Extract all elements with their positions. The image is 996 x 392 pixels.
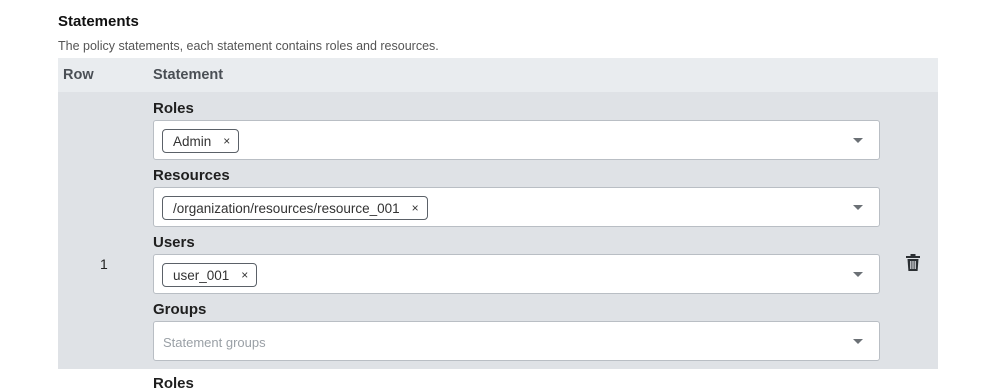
chevron-down-icon[interactable]: [853, 138, 863, 143]
resource-chip-label: /organization/resources/resource_001: [173, 200, 400, 216]
groups-label: Groups: [153, 301, 207, 318]
groups-select[interactable]: Statement groups: [153, 321, 880, 361]
user-chip: user_001 ×: [162, 263, 258, 287]
groups-placeholder: Statement groups: [163, 335, 266, 350]
column-header-statement: Statement: [153, 67, 224, 83]
row-number: 1: [100, 256, 108, 272]
table-header: Row Statement: [58, 58, 938, 92]
role-chip: Admin ×: [162, 129, 240, 153]
users-label: Users: [153, 234, 195, 251]
table-row: 1 Roles Admin × Resources /organization/…: [58, 92, 938, 369]
chevron-down-icon[interactable]: [853, 272, 863, 277]
chevron-down-icon[interactable]: [853, 339, 863, 344]
remove-chip-icon[interactable]: ×: [223, 134, 230, 148]
section-description: The policy statements, each statement co…: [58, 39, 439, 53]
roles-label: Roles: [153, 100, 194, 117]
role-chip-label: Admin: [173, 133, 212, 149]
user-chip-label: user_001: [173, 267, 230, 283]
resource-chip: /organization/resources/resource_001 ×: [162, 196, 428, 220]
remove-chip-icon[interactable]: ×: [241, 268, 248, 282]
users-select[interactable]: user_001 ×: [153, 254, 880, 294]
trash-icon[interactable]: [905, 254, 921, 272]
roles-select[interactable]: Admin ×: [153, 120, 880, 160]
section-title: Statements: [58, 13, 139, 30]
column-header-row: Row: [63, 67, 94, 83]
next-row-roles-label: Roles: [153, 375, 194, 392]
chevron-down-icon[interactable]: [853, 205, 863, 210]
resources-label: Resources: [153, 167, 230, 184]
statements-table: Row Statement 1 Roles Admin × Resources …: [58, 58, 938, 369]
remove-chip-icon[interactable]: ×: [412, 201, 419, 215]
resources-select[interactable]: /organization/resources/resource_001 ×: [153, 187, 880, 227]
